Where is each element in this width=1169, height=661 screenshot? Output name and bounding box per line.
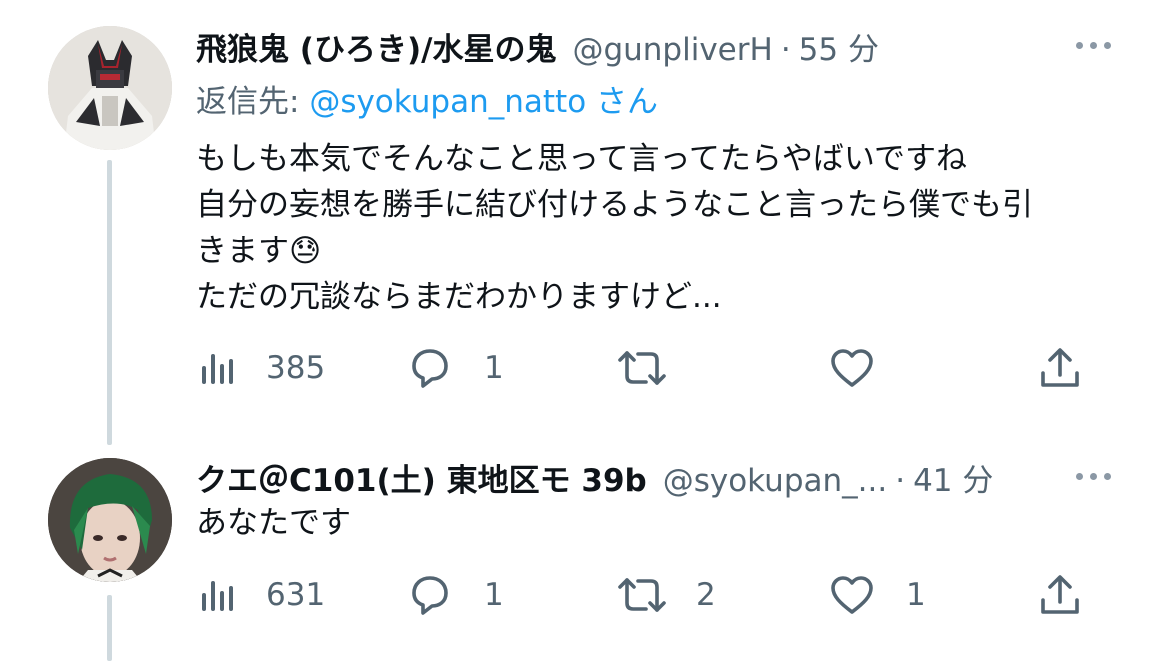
reply-suffix: さん (596, 84, 659, 120)
tweet-header: クエ＠C101(土) 東地区モ 39b @syokupan_... · 41 分 (196, 455, 993, 500)
display-name[interactable]: クエ＠C101(土) 東地区モ 39b (196, 455, 647, 500)
action-bar: 631 1 2 1 (196, 565, 1096, 625)
reply-button[interactable]: 1 (406, 338, 504, 398)
reply-to: 返信先: @syokupan_natto さん (196, 76, 658, 121)
retweet-icon (618, 351, 666, 385)
text-line: もしも本気でそんなこと思って言ってたらやばいですね (196, 141, 967, 177)
views-count: 631 (266, 577, 326, 613)
handle[interactable]: @syokupan_... (663, 463, 888, 499)
like-count: 1 (906, 577, 926, 613)
reply-mention[interactable]: @syokupan_natto (309, 84, 586, 120)
thread-line (107, 595, 112, 661)
timestamp[interactable]: 41 分 (913, 455, 993, 500)
tweet-text: あなたです (196, 500, 351, 546)
like-button[interactable] (828, 338, 876, 398)
handle[interactable]: @gunpliverH (572, 32, 772, 68)
share-icon (1041, 348, 1079, 387)
reply-icon (412, 576, 448, 615)
retweet-count: 2 (696, 577, 716, 613)
display-name[interactable]: 飛狼鬼 (ひろき)/水星の鬼 (196, 24, 556, 69)
retweet-button[interactable] (614, 338, 670, 398)
share-button[interactable] (1038, 565, 1082, 625)
thread-line (107, 160, 112, 445)
reply-button[interactable]: 1 (406, 565, 504, 625)
separator: · (895, 463, 906, 499)
like-button[interactable]: 1 (828, 565, 926, 625)
reply-count: 1 (484, 577, 504, 613)
retweet-button[interactable]: 2 (614, 565, 716, 625)
text-line: ただの冗談ならまだわかりますけど... (196, 279, 722, 315)
action-bar: 385 1 (196, 338, 1096, 398)
text-line: あなたです (196, 505, 351, 541)
share-button[interactable] (1038, 338, 1082, 398)
more-icon[interactable] (1076, 42, 1111, 49)
retweet-icon (618, 578, 666, 612)
reply-icon (412, 349, 448, 388)
views-icon (202, 581, 233, 611)
separator: · (780, 32, 791, 68)
text-line: 自分の妄想を勝手に結び付けるようなこと言ったら僕でも引 (196, 187, 1033, 223)
avatar[interactable] (48, 458, 172, 582)
like-icon (831, 576, 873, 614)
like-icon (831, 349, 873, 387)
tweet-header: 飛狼鬼 (ひろき)/水星の鬼 @gunpliverH · 55 分 (196, 24, 879, 69)
tweet-text: もしも本気でそんなこと思って言ってたらやばいですね 自分の妄想を勝手に結び付ける… (196, 136, 1033, 320)
reply-count: 1 (484, 350, 504, 386)
text-line: きます😓 (196, 233, 322, 269)
avatar[interactable] (48, 26, 172, 150)
more-icon[interactable] (1076, 473, 1111, 480)
views-icon (202, 354, 233, 384)
views-button[interactable]: 385 (200, 338, 325, 398)
reply-label: 返信先: (196, 84, 300, 120)
timestamp[interactable]: 55 分 (799, 24, 879, 69)
share-icon (1041, 575, 1079, 614)
views-button[interactable]: 631 (200, 565, 325, 625)
views-count: 385 (266, 350, 326, 386)
